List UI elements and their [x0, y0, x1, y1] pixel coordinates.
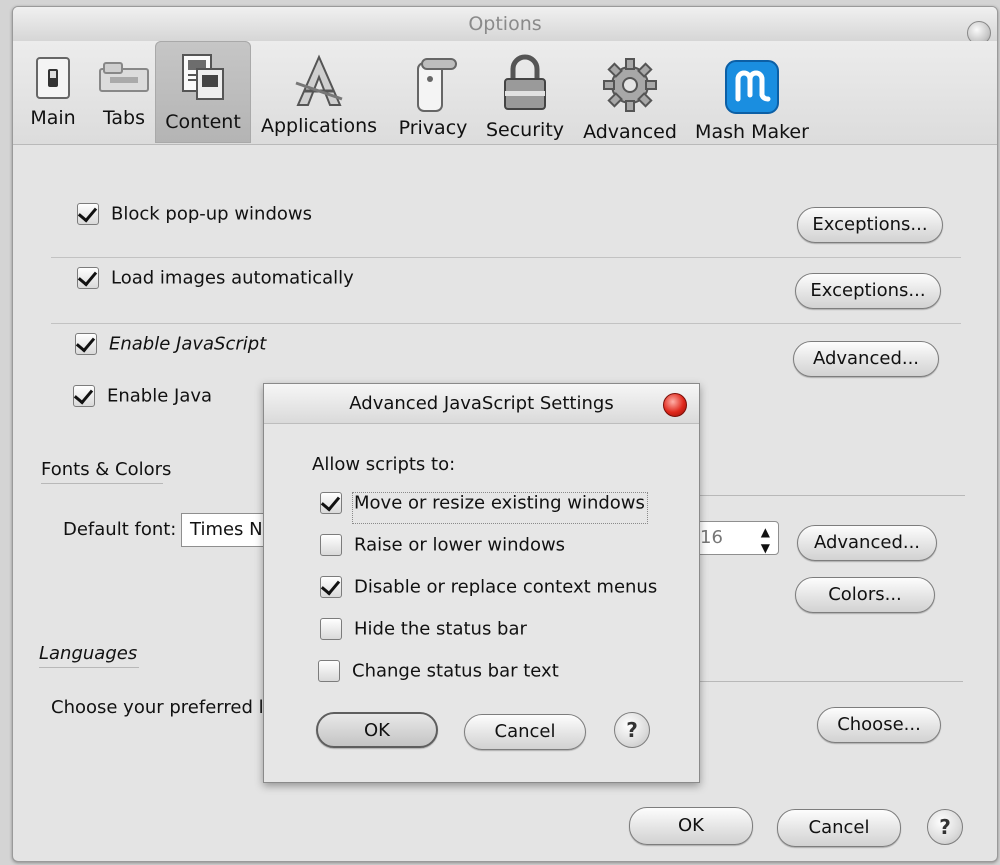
context-menus-label[interactable]: Disable or replace context menus	[354, 577, 657, 598]
preferences-toolbar: Main Tabs Content Applications Privacy S…	[13, 41, 997, 145]
languages-heading: Languages	[39, 643, 138, 664]
load-images-label[interactable]: Load images automatically	[111, 268, 354, 289]
choose-languages-button[interactable]: Choose...	[817, 707, 941, 743]
move-resize-label[interactable]: Move or resize existing windows	[354, 493, 645, 514]
status-bar-text-row: Change status bar text	[318, 660, 559, 682]
dialog-cancel-button[interactable]: Cancel	[464, 714, 586, 750]
enable-javascript-label[interactable]: Enable JavaScript	[109, 334, 266, 355]
updown-arrows-icon: ▲ ▼	[760, 525, 770, 555]
ok-button[interactable]: OK	[629, 807, 753, 845]
enable-javascript-row: Enable JavaScript	[75, 333, 266, 355]
enable-java-row: Enable Java	[73, 385, 212, 407]
fonts-advanced-button[interactable]: Advanced...	[797, 525, 937, 561]
dialog-help-button[interactable]: ?	[614, 712, 650, 748]
tab-mash-maker-label: Mash Maker	[695, 121, 809, 143]
images-exceptions-button[interactable]: Exceptions...	[795, 273, 941, 309]
tab-main-label: Main	[30, 107, 76, 129]
tabs-icon	[99, 62, 149, 92]
move-resize-checkbox[interactable]	[320, 492, 342, 514]
tab-advanced-label: Advanced	[583, 121, 677, 143]
content-icon	[182, 54, 224, 100]
load-images-checkbox[interactable]	[77, 267, 99, 289]
cancel-button[interactable]: Cancel	[777, 809, 901, 847]
tab-privacy[interactable]: Privacy	[393, 41, 473, 143]
window-title: Options	[468, 13, 542, 35]
move-resize-row: Move or resize existing windows	[320, 492, 645, 514]
enable-java-checkbox[interactable]	[73, 385, 95, 407]
hide-status-bar-label[interactable]: Hide the status bar	[354, 619, 527, 640]
tab-applications-label: Applications	[260, 115, 378, 137]
privacy-icon	[417, 58, 457, 112]
advanced-javascript-dialog: Advanced JavaScript Settings Allow scrip…	[263, 383, 700, 783]
load-images-row: Load images automatically	[77, 267, 354, 289]
group-border	[693, 495, 965, 496]
block-popups-checkbox[interactable]	[77, 203, 99, 225]
tab-tabs-label: Tabs	[102, 107, 146, 129]
tab-advanced[interactable]: Advanced	[579, 41, 681, 143]
tab-content[interactable]: Content	[155, 41, 251, 143]
status-bar-text-checkbox[interactable]	[318, 660, 340, 682]
dialog-titlebar[interactable]: Advanced JavaScript Settings	[264, 384, 699, 424]
enable-javascript-checkbox[interactable]	[75, 333, 97, 355]
font-size-select[interactable]: 16 ▲ ▼	[689, 521, 779, 555]
raise-lower-label[interactable]: Raise or lower windows	[354, 535, 565, 556]
tab-security-label: Security	[485, 119, 565, 141]
languages-description: Choose your preferred language for displ…	[51, 697, 273, 718]
dialog-title: Advanced JavaScript Settings	[349, 393, 614, 414]
tab-tabs[interactable]: Tabs	[93, 41, 155, 143]
status-bar-text-label[interactable]: Change status bar text	[352, 661, 559, 682]
dialog-ok-button[interactable]: OK	[316, 712, 438, 748]
window-titlebar[interactable]: Options	[13, 7, 997, 45]
fonts-colors-heading: Fonts & Colors	[41, 459, 172, 480]
default-font-label: Default font:	[63, 519, 177, 540]
divider	[51, 257, 961, 258]
tab-privacy-label: Privacy	[398, 117, 468, 139]
context-menus-checkbox[interactable]	[320, 576, 342, 598]
section-underline	[39, 667, 139, 668]
tab-applications[interactable]: Applications	[257, 41, 381, 143]
dialog-close-icon[interactable]	[663, 393, 687, 417]
font-size-value: 16	[700, 527, 723, 548]
popup-exceptions-button[interactable]: Exceptions...	[797, 207, 943, 243]
section-underline	[41, 483, 163, 484]
divider	[51, 323, 961, 324]
tab-security[interactable]: Security	[483, 41, 567, 143]
lock-icon	[504, 54, 546, 110]
raise-lower-row: Raise or lower windows	[320, 534, 565, 556]
context-menus-row: Disable or replace context menus	[320, 576, 657, 598]
enable-java-label[interactable]: Enable Java	[107, 386, 212, 407]
javascript-advanced-button[interactable]: Advanced...	[793, 341, 939, 377]
mash-maker-icon	[725, 60, 779, 114]
colors-button[interactable]: Colors...	[795, 577, 935, 613]
allow-scripts-label: Allow scripts to:	[312, 454, 456, 475]
raise-lower-checkbox[interactable]	[320, 534, 342, 556]
tab-content-label: Content	[165, 111, 241, 133]
group-border	[693, 681, 963, 682]
help-button[interactable]: ?	[927, 809, 963, 845]
hide-status-bar-row: Hide the status bar	[320, 618, 527, 640]
block-popups-label[interactable]: Block pop-up windows	[111, 204, 312, 225]
gear-icon	[603, 58, 657, 112]
hide-status-bar-checkbox[interactable]	[320, 618, 342, 640]
applications-icon	[295, 54, 343, 106]
switch-icon	[36, 57, 70, 99]
tab-main[interactable]: Main	[25, 41, 81, 143]
block-popups-row: Block pop-up windows	[77, 203, 312, 225]
tab-mash-maker[interactable]: Mash Maker	[693, 41, 811, 143]
